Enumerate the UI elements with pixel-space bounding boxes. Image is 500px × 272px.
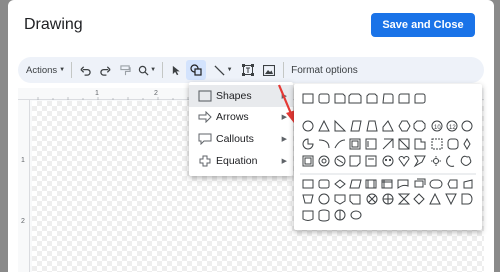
menu-item-label: Equation [216,155,258,167]
vertical-ruler: 1 2 [18,100,30,272]
toolbar-divider [71,62,73,78]
dialog-title: Drawing [24,16,83,33]
svg-text:10: 10 [434,125,441,131]
shape-row-basic-1: 10 12 [302,119,473,132]
shapes-submenu: 10 12 [294,84,482,230]
actions-label: Actions [26,64,58,76]
ruler-number: 2 [154,90,158,97]
dropdown-caret-icon: ▼ [226,67,233,73]
shape-palette: 10 12 [300,93,476,222]
submenu-arrow-icon: ▶ [281,158,287,165]
menu-item-label: Shapes [216,90,252,102]
paint-format-icon [119,64,131,75]
shape-row-basic-3 [302,155,472,168]
image-button[interactable] [258,60,280,80]
select-icon [172,65,180,75]
square-icon [198,90,212,102]
toolbar-divider [162,62,164,78]
shape-row-rectangles [302,93,426,104]
arrow-icon [198,111,212,123]
zoom-button[interactable]: ▼ [135,60,159,80]
save-and-close-button[interactable]: Save and Close [371,13,475,37]
plus-icon [199,155,211,167]
textbox-icon [242,64,255,76]
svg-text:12: 12 [449,125,456,131]
shape-icon [190,64,202,76]
format-options-button[interactable]: Format options [291,60,358,80]
textbox-button[interactable] [238,60,258,80]
shape-row-flowchart-3 [302,209,362,222]
select-button[interactable] [166,60,186,80]
menu-item-equation[interactable]: Equation ▶ [189,150,293,172]
line-icon [214,64,225,76]
actions-menu-button[interactable]: Actions ▼ [26,60,65,80]
redo-button[interactable] [95,60,115,80]
redo-icon [99,65,111,76]
shape-button[interactable] [186,60,207,80]
toolbar-divider [283,62,285,78]
menu-item-callouts[interactable]: Callouts ▶ [189,128,293,150]
line-button[interactable]: ▼ [210,60,236,80]
dropdown-caret-icon: ▼ [150,67,157,73]
menu-item-label: Callouts [216,133,254,145]
shape-row-flowchart-2 [302,192,473,206]
paint-format-button[interactable] [115,60,135,80]
drawing-toolbar: Actions ▼ ▼ ▼ Format options [18,57,484,83]
callout-icon [198,133,212,145]
zoom-icon [138,65,149,76]
ruler-number: 1 [21,157,25,164]
image-icon [263,64,276,76]
undo-button[interactable] [75,60,95,80]
ruler-number: 2 [21,218,25,225]
ruler-number: 1 [95,90,99,97]
shape-row-basic-2 [302,138,471,150]
undo-icon [80,65,91,76]
shape-row-flowchart-1 [302,178,473,190]
menu-item-label: Arrows [216,111,249,123]
dropdown-caret-icon: ▼ [59,67,66,73]
submenu-arrow-icon: ▶ [281,136,287,143]
